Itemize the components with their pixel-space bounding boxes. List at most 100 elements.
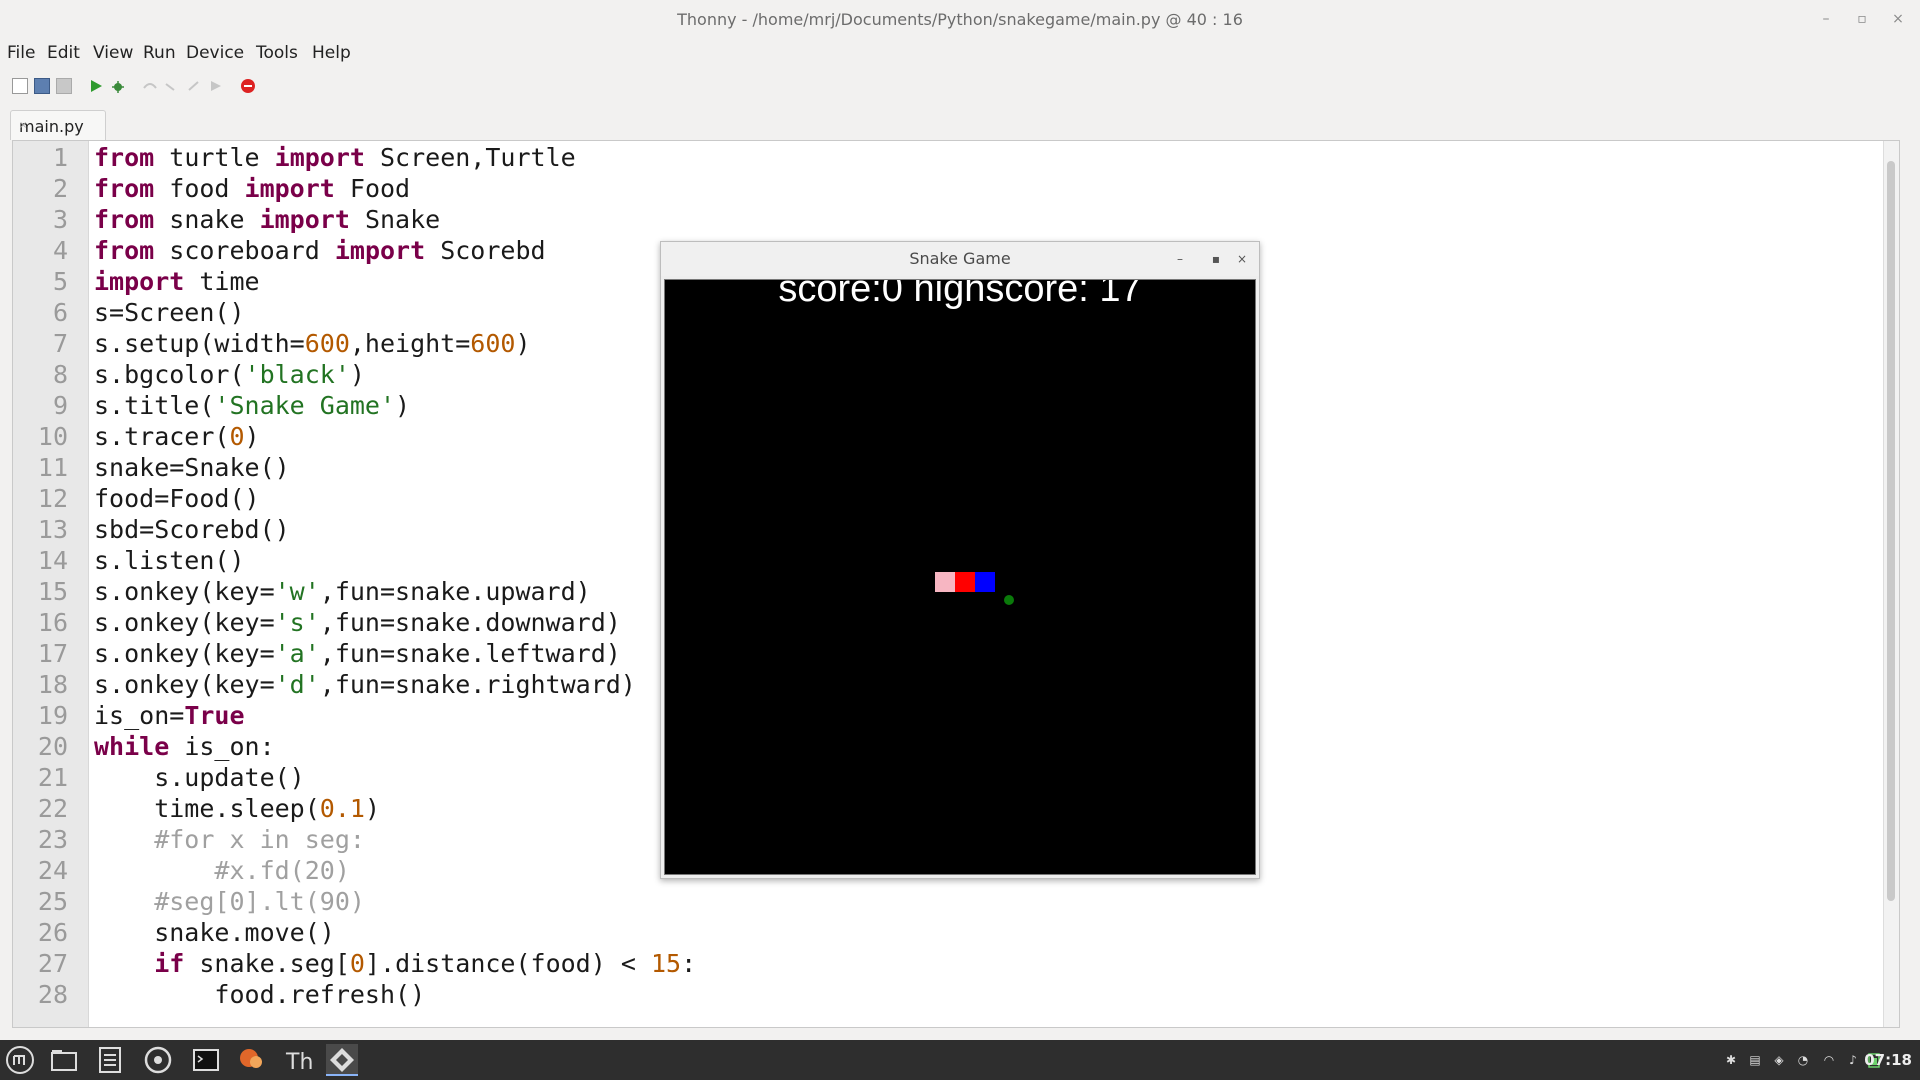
close-icon[interactable]: ×: [1888, 9, 1908, 29]
code-line[interactable]: s.onkey(key='w',fun=snake.upward): [94, 577, 591, 606]
code-line[interactable]: food=Food(): [94, 484, 260, 513]
files-icon[interactable]: [48, 1044, 80, 1076]
code-line[interactable]: from turtle import Screen,Turtle: [94, 143, 576, 172]
code-token: while: [94, 732, 170, 761]
code-line[interactable]: snake.move(): [94, 918, 335, 947]
menu-device[interactable]: Device: [186, 43, 244, 63]
code-line[interactable]: s.onkey(key='s',fun=snake.downward): [94, 608, 621, 637]
save-icon[interactable]: [34, 78, 50, 94]
code-line[interactable]: s.setup(width=600,height=600): [94, 329, 531, 358]
minimize-icon[interactable]: –: [1816, 9, 1836, 29]
debug-icon[interactable]: [110, 78, 126, 94]
impress-icon[interactable]: [236, 1044, 268, 1076]
new-file-icon[interactable]: [12, 78, 28, 94]
toolbar: [0, 74, 1920, 98]
food-dot: [1004, 595, 1014, 605]
code-line[interactable]: s.listen(): [94, 546, 245, 575]
code-token: Snake: [349, 205, 441, 234]
network-icon[interactable]: ◔: [1796, 1052, 1810, 1068]
mint-menu-icon[interactable]: [4, 1044, 36, 1076]
code-line[interactable]: from scoreboard import Scorebd: [94, 236, 546, 265]
code-token: 0: [349, 949, 365, 978]
code-token: ): [349, 360, 365, 389]
line-number: 11: [37, 453, 68, 482]
code-token: s.update(): [94, 763, 305, 792]
game-close-icon[interactable]: ×: [1233, 250, 1251, 268]
snake-head-segment: [975, 572, 995, 592]
menu-tools[interactable]: Tools: [256, 43, 298, 63]
window-title: Thonny - /home/mrj/Documents/Python/snak…: [677, 10, 1243, 29]
menubar: File Edit View Run Device Tools Help: [0, 40, 1920, 66]
line-number: 27: [37, 949, 68, 978]
code-line[interactable]: s.onkey(key='d',fun=snake.rightward): [94, 670, 636, 699]
code-line[interactable]: s.onkey(key='a',fun=snake.leftward): [94, 639, 621, 668]
scrollbar-thumb[interactable]: [1887, 161, 1895, 901]
line-number: 7: [52, 329, 68, 358]
code-token: Screen,Turtle: [364, 143, 576, 172]
maximize-icon[interactable]: ▫: [1852, 9, 1872, 29]
code-token: ): [364, 794, 380, 823]
code-token: is_on:: [169, 732, 275, 761]
thonny-taskbar-icon[interactable]: Th: [282, 1044, 314, 1076]
code-token: s.onkey(key=: [94, 608, 275, 637]
menu-edit[interactable]: Edit: [47, 43, 80, 63]
step-over-icon[interactable]: [142, 78, 158, 94]
bluetooth-icon[interactable]: ✱: [1724, 1052, 1738, 1068]
code-token: :: [681, 949, 697, 978]
clipboard-icon[interactable]: ▤: [1748, 1052, 1762, 1068]
wifi-icon[interactable]: ◠: [1822, 1052, 1836, 1068]
stop-icon[interactable]: [240, 78, 256, 94]
code-token: Food: [334, 174, 411, 203]
text-editor-icon[interactable]: [94, 1044, 126, 1076]
code-line[interactable]: s.tracer(0): [94, 422, 260, 451]
line-number: 14: [37, 546, 68, 575]
resume-icon[interactable]: [208, 78, 224, 94]
code-line[interactable]: #for x in seg:: [94, 825, 365, 854]
code-line[interactable]: food.refresh(): [94, 980, 425, 1009]
taskbar-clock[interactable]: 07:18: [1864, 1051, 1912, 1069]
code-line[interactable]: sbd=Scorebd(): [94, 515, 290, 544]
code-line[interactable]: import time: [94, 267, 260, 296]
code-line[interactable]: is_on=True: [94, 701, 245, 730]
menu-view[interactable]: View: [93, 43, 133, 63]
tab-close-icon[interactable]: ×: [19, 120, 101, 131]
terminal-icon[interactable]: [190, 1044, 222, 1076]
volume-icon[interactable]: ♪: [1846, 1052, 1860, 1068]
code-line[interactable]: s.bgcolor('black'): [94, 360, 365, 389]
code-line[interactable]: from snake import Snake: [94, 205, 440, 234]
menu-file[interactable]: File: [7, 43, 35, 63]
code-token: ): [244, 422, 260, 451]
game-canvas[interactable]: score:0 highscore: 17: [664, 279, 1256, 875]
snake-game-taskbar-icon[interactable]: [326, 1044, 358, 1076]
save-as-icon[interactable]: [56, 78, 72, 94]
code-token: 600: [470, 329, 516, 358]
game-maximize-icon[interactable]: ▪: [1207, 250, 1225, 268]
menu-run[interactable]: Run: [143, 43, 176, 63]
code-line[interactable]: if snake.seg[0].distance(food) < 15:: [94, 949, 696, 978]
tab-main-py[interactable]: main.py ×: [10, 110, 106, 140]
code-line[interactable]: from food import Food: [94, 174, 410, 203]
code-line[interactable]: time.sleep(0.1): [94, 794, 380, 823]
game-titlebar[interactable]: Snake Game – ▪ ×: [661, 242, 1259, 276]
game-minimize-icon[interactable]: –: [1171, 250, 1189, 268]
run-icon[interactable]: [88, 78, 104, 94]
code-line[interactable]: snake=Snake(): [94, 453, 290, 482]
code-line[interactable]: s.update(): [94, 763, 305, 792]
update-manager-icon[interactable]: [142, 1044, 174, 1076]
code-token: from: [94, 236, 155, 265]
step-out-icon[interactable]: [186, 78, 202, 94]
code-line[interactable]: #x.fd(20): [94, 856, 349, 885]
shield-icon[interactable]: ◈: [1772, 1052, 1786, 1068]
menu-help[interactable]: Help: [312, 43, 351, 63]
vertical-scrollbar[interactable]: [1883, 141, 1899, 1027]
line-number: 24: [37, 856, 68, 885]
code-line[interactable]: s=Screen(): [94, 298, 245, 327]
code-line[interactable]: #seg[0].lt(90): [94, 887, 365, 916]
code-line[interactable]: s.title('Snake Game'): [94, 391, 410, 420]
code-line[interactable]: while is_on:: [94, 732, 275, 761]
step-into-icon[interactable]: [164, 78, 180, 94]
code-token: import: [334, 236, 426, 265]
code-token: scoreboard: [154, 236, 335, 265]
code-token: 'Snake Game': [214, 391, 396, 420]
